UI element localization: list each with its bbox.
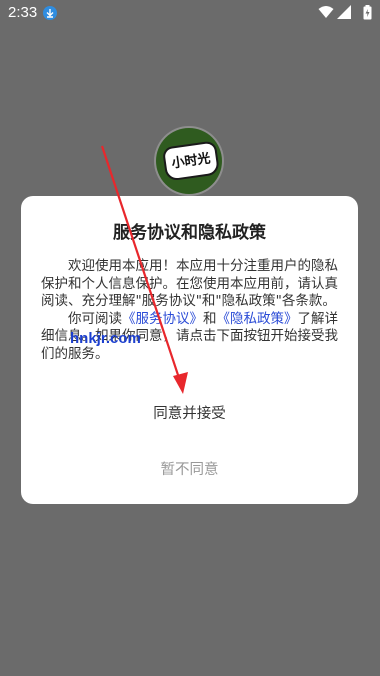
annotation-arrow-icon (100, 145, 188, 394)
